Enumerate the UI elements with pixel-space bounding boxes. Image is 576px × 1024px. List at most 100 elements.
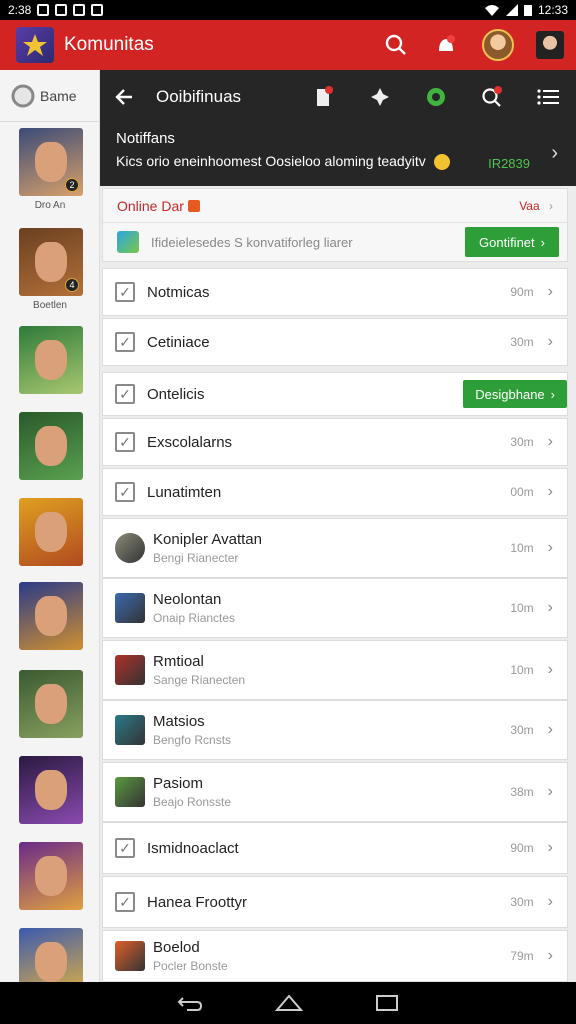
toolbar-search-icon[interactable] bbox=[478, 83, 506, 111]
checkbox[interactable]: ✓ bbox=[115, 892, 135, 912]
chevron-right-icon: › bbox=[550, 386, 555, 402]
list-item-text: Boelod Pocler Bonste bbox=[153, 939, 228, 973]
sidebar-search-label: Bame bbox=[40, 87, 77, 104]
signal-icon bbox=[505, 4, 518, 16]
chevron-right-icon: › bbox=[547, 721, 553, 738]
game-tile[interactable] bbox=[19, 670, 83, 738]
continue-button[interactable]: Gontifinet › bbox=[465, 227, 559, 257]
list-item-time: 30m bbox=[510, 335, 534, 349]
list-item-text: Exscolalarns bbox=[147, 434, 232, 451]
list-item[interactable]: ✓ Hanea Froottyr 30m › bbox=[102, 876, 568, 928]
list-item-text: Konipler Avattan Bengi Rianecter bbox=[153, 531, 262, 565]
checkbox[interactable]: ✓ bbox=[115, 282, 135, 302]
checkbox[interactable]: ✓ bbox=[115, 482, 135, 502]
menu-icon[interactable] bbox=[534, 83, 562, 111]
list-item-label: Neolontan bbox=[153, 591, 222, 608]
list-item[interactable]: ✓ Lunatimten 00m › bbox=[102, 468, 568, 516]
list-item[interactable]: ✓ Ismidnoaclact 90m › bbox=[102, 822, 568, 874]
list-item-label: Konipler Avattan bbox=[153, 531, 262, 548]
game-tile[interactable] bbox=[19, 842, 83, 910]
document-icon[interactable] bbox=[310, 83, 338, 111]
list-item-text: Rmtioal Sange Rianecten bbox=[153, 653, 245, 687]
game-tile-badge: 4 bbox=[65, 278, 79, 292]
game-tile[interactable] bbox=[19, 498, 83, 566]
list-item-subtitle: Sange Rianecten bbox=[153, 673, 246, 687]
list-item-label: Exscolalarns bbox=[147, 433, 233, 451]
list-item[interactable]: ✓ Notmicas 90m › bbox=[102, 268, 568, 316]
back-icon[interactable] bbox=[177, 994, 203, 1012]
chevron-right-icon: › bbox=[547, 599, 553, 616]
home-icon[interactable] bbox=[275, 994, 303, 1012]
chevron-right-icon: › bbox=[547, 333, 553, 350]
notification-icon[interactable] bbox=[432, 31, 460, 59]
list-item-time: 10m bbox=[510, 601, 534, 615]
search-circle-icon bbox=[11, 84, 35, 107]
list-item-subtitle: Beajo Ronsste bbox=[153, 795, 232, 809]
back-arrow-icon[interactable] bbox=[114, 87, 134, 107]
checkbox[interactable]: ✓ bbox=[115, 332, 135, 352]
chevron-right-icon: › bbox=[540, 234, 545, 250]
list-item-label: Pasiom bbox=[153, 775, 204, 792]
list-item[interactable]: ✓ Cetiniace 30m › bbox=[102, 318, 568, 366]
game-hero-portrait bbox=[35, 340, 67, 380]
checkbox[interactable]: ✓ bbox=[115, 838, 135, 858]
list-item-time: 90m bbox=[510, 285, 534, 299]
online-status-icon[interactable] bbox=[422, 83, 450, 111]
list-item[interactable]: Boelod Pocler Bonste 79m › bbox=[102, 930, 568, 982]
list-item-label: Lunatimten bbox=[147, 483, 222, 501]
recents-icon[interactable] bbox=[375, 994, 399, 1012]
list-item-text: Notmicas bbox=[147, 284, 210, 301]
checkbox[interactable]: ✓ bbox=[115, 384, 135, 404]
account-avatar[interactable] bbox=[536, 31, 564, 59]
list-item-avatar bbox=[115, 941, 145, 971]
list-item-avatar bbox=[115, 777, 145, 807]
chevron-right-icon: › bbox=[547, 947, 553, 964]
checkbox[interactable]: ✓ bbox=[115, 432, 135, 452]
game-hero-portrait bbox=[35, 142, 67, 182]
search-icon[interactable] bbox=[382, 31, 410, 59]
online-card-title: Online Dar bbox=[117, 197, 184, 214]
game-tile-caption: Boetlen bbox=[33, 300, 67, 311]
list-item[interactable]: Konipler Avattan Bengi Rianecter 10m › bbox=[102, 518, 568, 578]
details-button[interactable]: Desigbhane › bbox=[463, 380, 567, 408]
game-hero-portrait bbox=[35, 242, 67, 282]
game-hero-portrait bbox=[35, 684, 67, 724]
game-tile[interactable]: 4 bbox=[19, 228, 83, 296]
game-tile[interactable] bbox=[19, 756, 83, 824]
app-logo-icon bbox=[16, 27, 54, 63]
list-item-label: Ontelicis bbox=[147, 385, 205, 403]
list-item[interactable]: Matsios Bengfo Rcnsts 30m › bbox=[102, 700, 568, 760]
game-hero-portrait bbox=[35, 426, 67, 466]
game-hero-portrait bbox=[35, 942, 67, 982]
list-item-text: Hanea Froottyr bbox=[147, 894, 247, 911]
game-tile[interactable]: 2 bbox=[19, 128, 83, 196]
list-item-text: Neolontan Onaip Rianctes bbox=[153, 591, 235, 625]
list-item[interactable]: Neolontan Onaip Rianctes 10m › bbox=[102, 578, 568, 638]
sidebar-search[interactable]: Bame bbox=[0, 70, 99, 122]
chevron-right-icon: › bbox=[547, 783, 553, 800]
chevron-right-icon: › bbox=[549, 198, 553, 213]
list-item-label: Hanea Froottyr bbox=[147, 893, 248, 911]
list-item[interactable]: Pasiom Beajo Ronsste 38m › bbox=[102, 762, 568, 822]
list-item[interactable]: Rmtioal Sange Rianecten 10m › bbox=[102, 640, 568, 700]
list-item-avatar bbox=[115, 715, 145, 745]
game-tile[interactable] bbox=[19, 582, 83, 650]
chevron-right-icon[interactable]: › bbox=[551, 142, 558, 165]
online-card: Online Dar Vaa › Ifideielesedes S konvat… bbox=[102, 188, 568, 262]
game-tile[interactable] bbox=[19, 326, 83, 394]
game-tile[interactable] bbox=[19, 412, 83, 480]
notification-body: Kics orio eneinhoomest Oosieloo aloming … bbox=[116, 153, 426, 169]
list-item[interactable]: ✓ Exscolalarns 30m › bbox=[102, 418, 568, 466]
list-item-time: 30m bbox=[510, 435, 534, 449]
list-item[interactable]: ✓ Ontelicis Desigbhane › bbox=[102, 372, 568, 416]
mail-icon bbox=[55, 4, 68, 16]
notification-banner[interactable]: Notiffans Kics orio eneinhoomest Oosielo… bbox=[100, 124, 576, 186]
puzzle-icon[interactable] bbox=[366, 83, 394, 111]
game-tile-caption: Dro An bbox=[34, 200, 66, 211]
battery-icon bbox=[523, 5, 532, 16]
profile-avatar[interactable] bbox=[482, 29, 514, 61]
list-item-subtitle: Bengi Rianecter bbox=[153, 551, 239, 565]
list-item-label: Boelod bbox=[153, 939, 200, 956]
online-card-link[interactable]: Vaa › bbox=[519, 199, 553, 213]
status-time: 2:38 bbox=[8, 3, 32, 17]
